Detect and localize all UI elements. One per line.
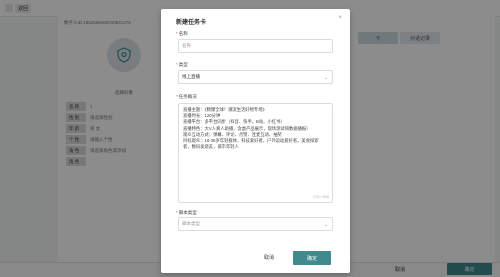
required-mark: * [176, 62, 178, 67]
name-label-row: *名称 [176, 31, 188, 37]
overview-line: 者，数码发烧友，城市年轻人 [183, 144, 239, 150]
cancel-button[interactable]: 取消 [251, 251, 287, 264]
confirm-button[interactable]: 确定 [293, 251, 331, 265]
chevron-down-icon: ⌄ [323, 75, 328, 81]
script-type-placeholder: 脚本类型 [182, 221, 200, 226]
name-label: 名称 [178, 31, 188, 36]
type-label-row: *类型 [176, 62, 188, 68]
new-task-card-dialog: 新建任务卡 × *名称 名称 *类型 线上直播 ⌄ *任务概况 直播主题：《精爆… [161, 9, 350, 273]
close-icon[interactable]: × [338, 15, 342, 21]
char-counter: 170 / 500 [313, 194, 329, 199]
script-type-label: 脚本类型 [178, 210, 197, 215]
overview-textarea[interactable]: 直播主题：《精爆全球！潮流生活好物专场》 直播时长：120分钟 直播平台：多平台… [178, 103, 333, 203]
overview-line: 直播特色：大V人真人助播，含虚产品展示，现场测试和数据播报） [183, 125, 311, 131]
script-type-select[interactable]: 脚本类型 ⌄ [178, 217, 333, 231]
overview-label: 任务概况 [178, 94, 197, 99]
script-type-label-row: *脚本类型 [176, 210, 197, 216]
overview-label-row: *任务概况 [176, 94, 197, 100]
required-mark: * [176, 31, 178, 36]
type-label: 类型 [178, 62, 188, 67]
chevron-down-icon: ⌄ [323, 222, 328, 228]
type-select[interactable]: 线上直播 ⌄ [178, 70, 333, 84]
type-select-value: 线上直播 [182, 74, 200, 79]
name-input[interactable]: 名称 [178, 39, 333, 53]
required-mark: * [176, 210, 178, 215]
dialog-title: 新建任务卡 [176, 20, 207, 26]
required-mark: * [176, 94, 178, 99]
